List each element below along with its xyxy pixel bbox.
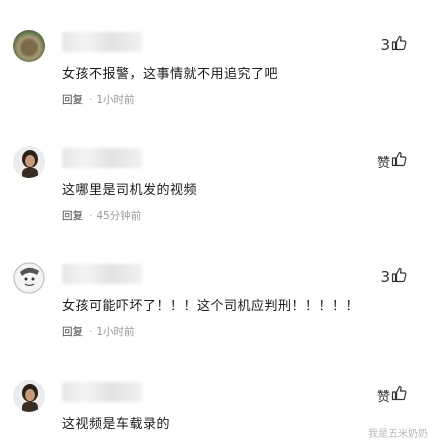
like-count: 3 [380, 268, 390, 286]
comment-text: 女孩不报警，这事情就不用追究了吧 [62, 67, 279, 82]
comment-meta: 回复 · 1小时前 [62, 92, 135, 107]
thumbs-up-icon[interactable] [391, 35, 407, 51]
separator-dot: · [89, 94, 93, 106]
avatar[interactable] [13, 146, 45, 178]
comment-meta: 回复 · 45分钟前 [62, 208, 141, 223]
username-blurred [62, 264, 142, 284]
thumbs-up-icon[interactable] [391, 267, 407, 283]
comment-time: 1小时前 [96, 326, 135, 338]
comment-time: 1小时前 [96, 94, 135, 106]
comment-text: 这哪里是司机发的视频 [62, 183, 198, 198]
like-count: 3 [380, 36, 390, 54]
separator-dot: · [89, 326, 93, 338]
avatar[interactable] [13, 380, 45, 412]
avatar[interactable] [13, 262, 45, 294]
reply-button[interactable]: 回复 [62, 210, 83, 222]
separator-dot: · [89, 210, 93, 222]
comment-item: 3 女孩可能吓坏了！！！这个司机应判刑！！！！！ 回复 · 1小时前 [0, 262, 432, 342]
comment-time: 45分钟前 [96, 210, 142, 222]
comment-text: 这视频是车载录的 [62, 417, 171, 432]
thumbs-up-icon[interactable] [391, 151, 407, 167]
username-blurred [62, 32, 142, 52]
reply-button[interactable]: 回复 [62, 326, 83, 338]
comment-meta: 回复 · 1小时前 [62, 324, 135, 339]
username-blurred [62, 382, 142, 402]
watermark: 我是五米奶奶 [368, 429, 428, 440]
like-count: 赞 [376, 390, 390, 405]
avatar-figure [13, 146, 45, 178]
avatar[interactable] [13, 30, 45, 62]
comment-item: 3 女孩不报警，这事情就不用追究了吧 回复 · 1小时前 [0, 30, 432, 110]
comment-text: 女孩可能吓坏了！！！这个司机应判刑！！！！！ [62, 299, 360, 314]
like-count: 赞 [376, 156, 390, 171]
thumbs-up-icon[interactable] [391, 385, 407, 401]
username-blurred [62, 148, 142, 168]
avatar-figure [13, 262, 45, 294]
comment-item: 赞 这哪里是司机发的视频 回复 · 45分钟前 [0, 146, 432, 226]
avatar-figure [13, 380, 45, 412]
reply-button[interactable]: 回复 [62, 94, 83, 106]
